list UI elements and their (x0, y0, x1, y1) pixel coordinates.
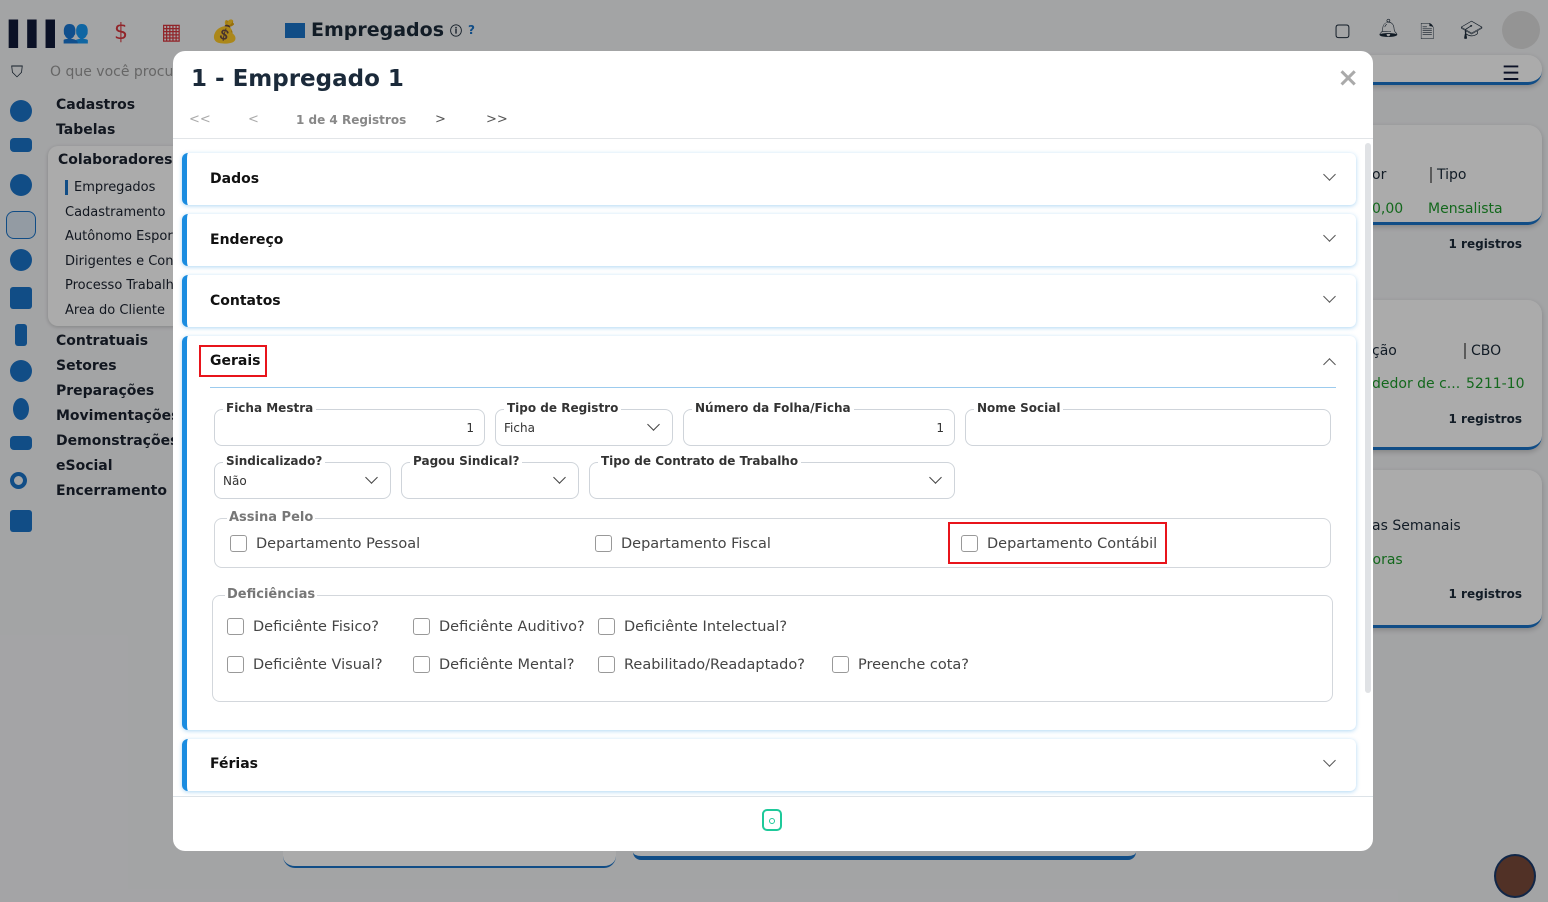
numero-folha-field[interactable]: Número da Folha/Ficha 1 (683, 401, 955, 446)
section-ferias[interactable]: Férias (182, 739, 1356, 791)
chevron-down-icon (1323, 168, 1336, 181)
section-title: Contatos (210, 293, 281, 309)
section-title: Dados (210, 171, 260, 187)
checkbox-deficiente-mental[interactable]: Deficiênte Mental? (413, 656, 574, 673)
chevron-down-icon (647, 418, 660, 431)
last-record-button[interactable]: >> (486, 112, 508, 127)
ficha-mestra-field[interactable]: Ficha Mestra 1 (214, 401, 485, 446)
tipo-contrato-select[interactable]: Tipo de Contrato de Trabalho (589, 454, 955, 499)
chevron-down-icon (553, 471, 566, 484)
chevron-down-icon (365, 471, 378, 484)
chevron-down-icon (1323, 290, 1336, 303)
prev-record-button[interactable]: < (248, 112, 259, 127)
first-record-button[interactable]: << (189, 112, 211, 127)
chevron-up-icon[interactable] (1323, 358, 1336, 371)
checkbox-departamento-pessoal[interactable]: Departamento Pessoal (230, 535, 420, 552)
checkbox-deficiente-visual[interactable]: Deficiênte Visual? (227, 656, 383, 673)
chevron-down-icon (929, 471, 942, 484)
nome-social-field[interactable]: Nome Social (965, 401, 1331, 446)
section-dados[interactable]: Dados (182, 153, 1356, 205)
section-title: Endereço (210, 232, 284, 248)
modal-content: Dados Endereço Contatos Gerais Ficha Mes… (173, 139, 1373, 796)
section-title: Férias (210, 756, 258, 772)
chevron-down-icon (1323, 754, 1336, 767)
section-gerais: Gerais Ficha Mestra 1 Tipo de Registro Fic… (182, 336, 1356, 730)
section-contatos[interactable]: Contatos (182, 275, 1356, 327)
highlight-box (948, 522, 1167, 564)
save-button[interactable] (762, 809, 782, 831)
highlight-box (199, 345, 267, 377)
save-icon (769, 818, 775, 824)
assina-pelo-group: Assina Pelo Departamento Pessoal Departa… (214, 510, 1331, 568)
checkbox-preenche-cota[interactable]: Preenche cota? (832, 656, 969, 673)
employee-modal: 1 - Empregado 1 × << < 1 de 4 Registros … (173, 51, 1373, 851)
checkbox-deficiente-intelectual[interactable]: Deficiênte Intelectual? (598, 618, 787, 635)
checkbox-reabilitado[interactable]: Reabilitado/Readaptado? (598, 656, 805, 673)
close-button[interactable]: × (1337, 63, 1359, 93)
vertical-scrollbar[interactable] (1365, 143, 1371, 693)
deficiencias-group: Deficiências Deficiênte Fisico? Deficiên… (212, 587, 1333, 702)
sindicalizado-select[interactable]: Sindicalizado? Não (214, 454, 391, 499)
checkbox-deficiente-auditivo[interactable]: Deficiênte Auditivo? (413, 618, 585, 635)
tipo-registro-select[interactable]: Tipo de Registro Ficha (495, 401, 673, 446)
checkbox-deficiente-fisico[interactable]: Deficiênte Fisico? (227, 618, 379, 635)
checkbox-departamento-fiscal[interactable]: Departamento Fiscal (595, 535, 771, 552)
section-endereco[interactable]: Endereço (182, 214, 1356, 266)
chevron-down-icon (1323, 229, 1336, 242)
section-divider (210, 387, 1336, 388)
modal-title: 1 - Empregado 1 (191, 66, 404, 92)
next-record-button[interactable]: > (435, 112, 446, 127)
record-status: 1 de 4 Registros (296, 113, 407, 127)
footer-divider (173, 796, 1373, 797)
pagou-sindical-select[interactable]: Pagou Sindical? (401, 454, 579, 499)
